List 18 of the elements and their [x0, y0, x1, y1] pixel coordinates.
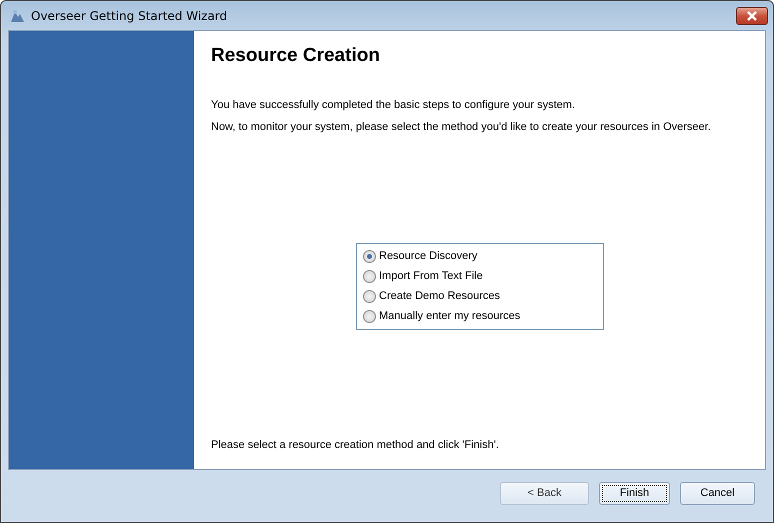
- radio-button[interactable]: [363, 310, 376, 322]
- radio-button[interactable]: [363, 270, 376, 282]
- close-button[interactable]: [736, 6, 768, 24]
- wizard-button[interactable]: Finish: [599, 482, 670, 504]
- wizard-button[interactable]: Cancel: [680, 482, 755, 504]
- page-heading: Resource Creation: [211, 45, 381, 67]
- radio-button[interactable]: [363, 290, 376, 302]
- radio-button[interactable]: [363, 250, 376, 262]
- hint-text: Please select a resource creation method and click 'Finish'.: [211, 439, 500, 451]
- radio-option[interactable]: Manually enter my resources: [363, 310, 583, 322]
- app-icon: [9, 8, 25, 24]
- window-title: Overseer Getting Started Wizard: [31, 8, 228, 22]
- radio-option[interactable]: Resource Discovery: [363, 250, 583, 262]
- instruction-text: You have successfully completed the basic steps to configure your system.: [211, 99, 576, 111]
- radio-option[interactable]: Create Demo Resources: [363, 290, 583, 302]
- instruction-text: Now, to monitor your system, please select the method you'd like to create your resources in Overseer.: [211, 121, 712, 133]
- close-icon: [746, 10, 758, 20]
- radio-option[interactable]: Import From Text File: [363, 270, 583, 282]
